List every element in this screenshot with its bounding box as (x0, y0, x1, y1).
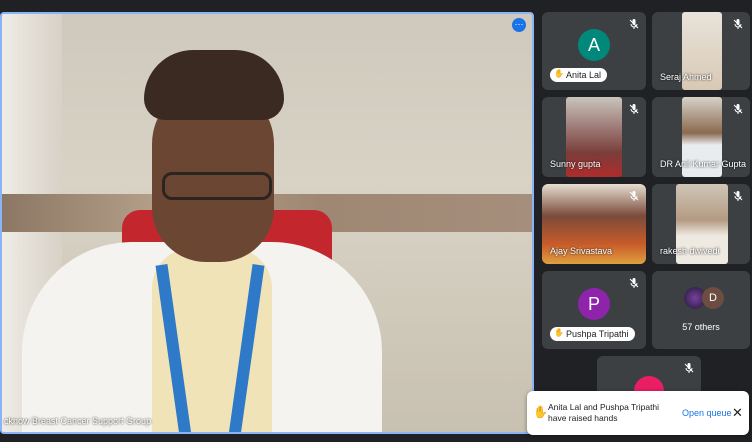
participant-tile-seraj-ahmed[interactable]: Seraj Ahmed (652, 12, 750, 90)
speaker-hair (144, 50, 284, 120)
participant-name: Sunny gupta (550, 159, 601, 169)
mic-off-icon (629, 104, 639, 114)
main-speaker-tile[interactable]: ⋯ cknow Breast Cancer Support Group (0, 12, 534, 434)
participant-name: Seraj Ahmed (660, 72, 712, 82)
participant-tile-dr-anil-kumar-gupta[interactable]: DR Anil Kumar Gupta (652, 97, 750, 177)
mic-off-icon (733, 104, 743, 114)
participant-tile-pushpa-tripathi[interactable]: P Pushpa Tripathi (542, 271, 646, 349)
mic-off-icon (629, 191, 639, 201)
hand-raise-icon: ✋ (533, 405, 548, 419)
participant-tile-others[interactable]: D 57 others (652, 271, 750, 349)
avatar: P (578, 287, 610, 320)
participant-name: Pushpa Tripathi (550, 327, 635, 341)
mic-off-icon (629, 19, 639, 29)
close-icon[interactable]: ✕ (732, 405, 743, 421)
participant-tile-partial[interactable] (597, 356, 701, 396)
participant-name: Anita Lal (550, 68, 608, 82)
raised-hands-notification: ✋ Anita Lal and Pushpa Tripathi have rai… (527, 391, 749, 435)
participant-tile-anita-lal[interactable]: A Anita Lal (542, 12, 646, 90)
mic-off-icon (629, 278, 639, 288)
participant-tile-ajay-srivastava[interactable]: Ajay Srivastava (542, 184, 646, 264)
participant-name: Ajay Srivastava (550, 246, 613, 256)
avatar: D (702, 287, 724, 309)
mic-off-icon (733, 19, 743, 29)
speaker-name-label: cknow Breast Cancer Support Group (4, 416, 152, 426)
avatar: A (578, 28, 610, 61)
participant-tile-sunny-gupta[interactable]: Sunny gupta (542, 97, 646, 177)
notification-text: Anita Lal and Pushpa Tripathi have raise… (548, 402, 660, 423)
participant-tile-rakesh-dwivedi[interactable]: rakesh dwivedi (652, 184, 750, 264)
participant-name: rakesh dwivedi (660, 246, 720, 256)
mic-off-icon (733, 191, 743, 201)
speaker-glasses (162, 172, 272, 200)
mic-off-icon (684, 363, 694, 373)
others-count-label: 57 others (682, 322, 720, 332)
open-queue-button[interactable]: Open queue (682, 408, 732, 418)
more-options-icon[interactable]: ⋯ (512, 18, 526, 32)
participant-name: DR Anil Kumar Gupta (660, 159, 747, 169)
